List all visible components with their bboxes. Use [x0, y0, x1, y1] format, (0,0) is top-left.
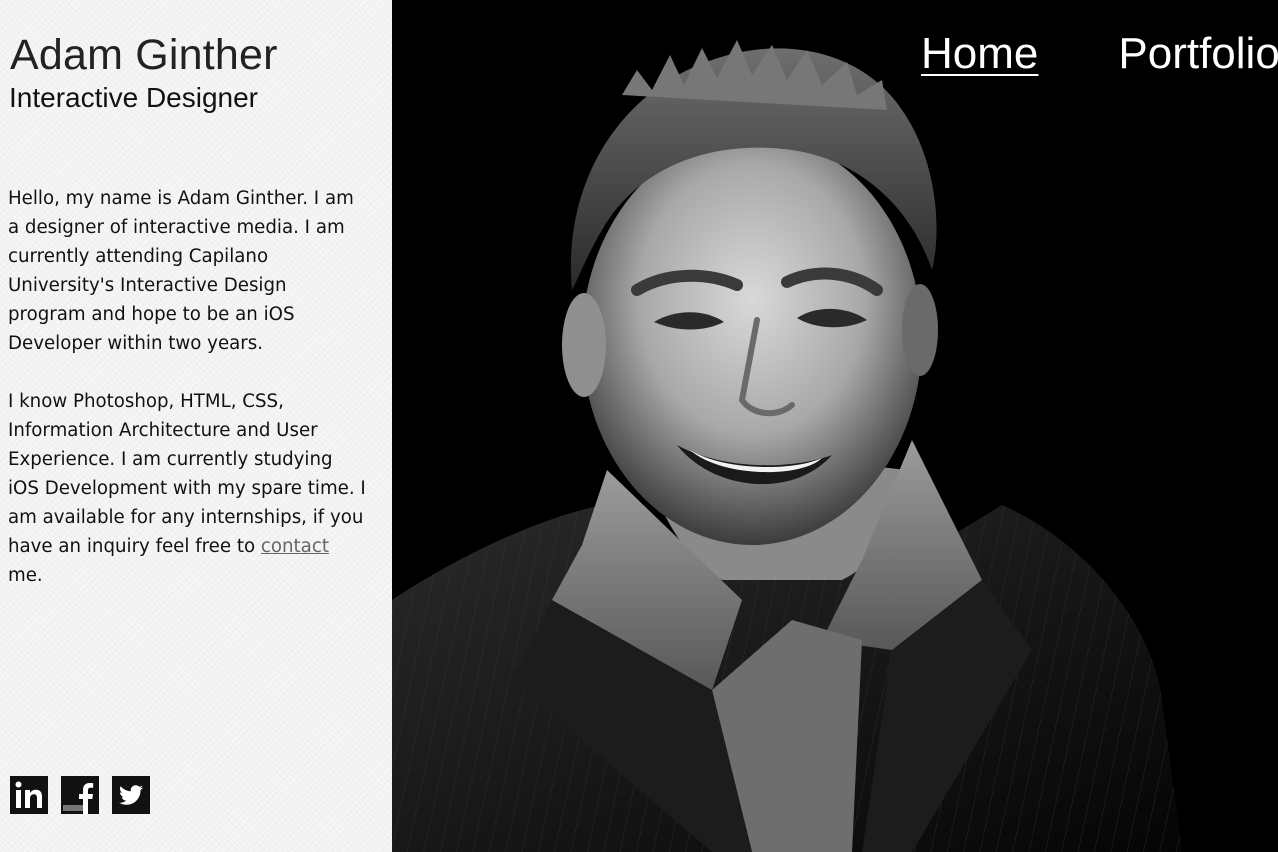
contact-link[interactable]: contact — [261, 536, 329, 557]
facebook-icon[interactable] — [61, 776, 99, 814]
bio-text: I know Photoshop, HTML, CSS, Information… — [8, 391, 366, 557]
main-nav: Home Portfolio — [921, 26, 1278, 82]
linkedin-icon[interactable] — [10, 776, 48, 814]
twitter-icon[interactable] — [112, 776, 150, 814]
bio-paragraph-1: Hello, my name is Adam Ginther. I am a d… — [8, 188, 354, 354]
sidebar: Adam Ginther Interactive Designer Hello,… — [0, 0, 392, 852]
portrait-photo — [392, 0, 1278, 852]
nav-portfolio[interactable]: Portfolio — [1118, 26, 1278, 82]
bio-text-end: me. — [8, 565, 43, 586]
bio: Hello, my name is Adam Ginther. I am a d… — [8, 184, 368, 619]
nav-home[interactable]: Home — [921, 26, 1038, 82]
bio-paragraph-2: I know Photoshop, HTML, CSS, Information… — [8, 387, 368, 590]
page: Adam Ginther Interactive Designer Hello,… — [0, 0, 1278, 852]
site-title: Adam Ginther — [10, 31, 278, 79]
social-links — [10, 776, 150, 814]
site-subtitle: Interactive Designer — [9, 82, 259, 113]
